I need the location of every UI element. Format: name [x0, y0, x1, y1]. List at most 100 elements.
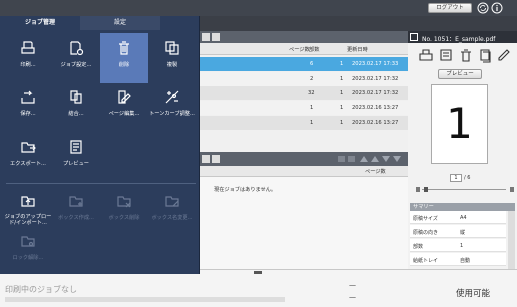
- unlock-button[interactable]: ロック解除...: [4, 226, 52, 276]
- summary-key: 原稿サイズ: [413, 216, 438, 222]
- unlock-icon: [21, 236, 35, 247]
- box-create-icon: [69, 196, 83, 207]
- duplicate-button[interactable]: 複製: [148, 33, 196, 83]
- hold-list-header: ページ数: [200, 166, 408, 177]
- col-updated[interactable]: 更新日時: [347, 46, 368, 53]
- tab-settings[interactable]: 設定: [80, 16, 160, 30]
- page-thumbnail[interactable]: 1: [431, 84, 488, 164]
- summary-key: 原稿の向き: [413, 230, 439, 236]
- sync-icon[interactable]: [477, 2, 489, 14]
- job-settings-icon: [70, 41, 84, 56]
- tile-label: プレビュー: [63, 161, 89, 167]
- duplicate-icon: [165, 41, 179, 55]
- row-pages: 1: [310, 120, 314, 126]
- page-total: / 6: [464, 175, 471, 181]
- summary-value: A4: [460, 215, 467, 221]
- tile-label: トーンカーブ調整...: [149, 111, 195, 117]
- preview-button[interactable]: プレビュー: [438, 69, 482, 79]
- summary-row: 部数 1: [410, 239, 506, 252]
- filter-icon[interactable]: [212, 155, 220, 163]
- box-rename-icon: [165, 196, 179, 207]
- summary-header: サマリー: [410, 203, 515, 211]
- detail-toolbar-icons[interactable]: [417, 47, 513, 63]
- merge-button[interactable]: 結合...: [52, 82, 100, 132]
- hold-list-toolbar: [200, 152, 408, 166]
- job-title: No. 1051：E_sample.pdf: [422, 36, 496, 43]
- tile-label: ロック解除...: [12, 255, 44, 261]
- logout-button[interactable]: ログアウト: [428, 3, 472, 13]
- print-button[interactable]: 印刷...: [4, 33, 52, 83]
- tile-label: ジョブのアップロード/インポート...: [4, 214, 52, 227]
- status-dash: —: [349, 281, 356, 289]
- tile-label: 保存...: [20, 111, 36, 117]
- search-icon[interactable]: [202, 155, 210, 163]
- empty-message: 現在ジョブはありません。: [214, 187, 277, 193]
- page-edit-button[interactable]: ページ編集...: [100, 82, 148, 132]
- summary-row: 給紙トレイ 自動: [410, 253, 506, 266]
- tile-label: ボックス名変更...: [151, 215, 193, 221]
- tile-label: ボックス削除: [108, 215, 140, 221]
- list-header: ページ数 部数 更新日時: [200, 43, 408, 55]
- tile-label: ジョブ設定...: [60, 62, 92, 68]
- hold-list: 現在ジョブはありません。: [200, 177, 408, 269]
- upload-icon: [21, 196, 35, 207]
- summary-value: 縦: [460, 230, 466, 236]
- row-updated: 2023.02.17 17:32: [352, 90, 399, 96]
- page-edit-icon: [118, 90, 131, 104]
- row-copies: 1: [340, 76, 344, 82]
- table-row[interactable]: 32 1 2023.02.17 17:32: [200, 86, 408, 100]
- col-pages[interactable]: ページ数: [365, 168, 386, 175]
- tile-label: 結合...: [68, 111, 84, 117]
- summary-row: 原稿サイズ A4: [410, 211, 506, 224]
- splitter-handle[interactable]: [254, 271, 262, 274]
- tab-job-management[interactable]: ジョブ管理: [0, 16, 80, 30]
- box-delete-button[interactable]: ボックス削除: [100, 186, 148, 236]
- summary-value: 1: [460, 243, 464, 249]
- page-number-input[interactable]: 1: [450, 174, 462, 182]
- row-pages: 1: [310, 105, 314, 111]
- expand-icon[interactable]: [410, 33, 418, 41]
- row-pages: 2: [310, 76, 314, 82]
- col-copies[interactable]: 部数: [309, 46, 319, 53]
- panel-divider: [6, 183, 196, 184]
- summary-key: 給紙トレイ: [413, 258, 439, 264]
- summary-scrollbar[interactable]: [508, 211, 515, 269]
- merge-icon: [70, 90, 82, 104]
- move-arrows-icon[interactable]: [338, 155, 404, 163]
- print-status: 印刷中のジョブなし: [5, 285, 77, 294]
- page-slider[interactable]: [416, 187, 514, 192]
- job-detail-title-bar: No. 1051：E_sample.pdf: [408, 31, 517, 43]
- row-pages: 32: [308, 90, 315, 96]
- tile-label: ボックス作成...: [58, 215, 94, 221]
- save-button[interactable]: 保存...: [4, 82, 52, 132]
- box-rename-button[interactable]: ボックス名変更...: [148, 186, 196, 236]
- list-toolbar: [200, 31, 408, 43]
- filter-icon[interactable]: [212, 33, 220, 41]
- trash-icon: [119, 41, 129, 55]
- preview-tile-button[interactable]: プレビュー: [52, 132, 100, 182]
- summary-key: 部数: [413, 244, 424, 250]
- preview-button-label: プレビュー: [446, 71, 474, 77]
- tile-label: エクスポート...: [10, 161, 46, 167]
- job-settings-button[interactable]: ジョブ設定...: [52, 33, 100, 83]
- tone-curve-button[interactable]: トーンカーブ調整...: [148, 82, 196, 132]
- info-icon[interactable]: [491, 2, 503, 14]
- box-create-button[interactable]: ボックス作成...: [52, 186, 100, 236]
- col-pages[interactable]: ページ数: [289, 46, 310, 53]
- table-row[interactable]: 6 1 2023.02.17 17:33: [200, 57, 408, 71]
- search-icon[interactable]: [202, 33, 210, 41]
- row-pages: 6: [310, 61, 314, 67]
- tile-label: 削除: [118, 62, 130, 68]
- tile-label: ページ編集...: [108, 111, 140, 117]
- row-copies: 1: [340, 90, 344, 96]
- preview-icon: [70, 140, 82, 154]
- table-row[interactable]: 1 1 2023.02.16 13:27: [200, 101, 408, 115]
- table-row[interactable]: 1 1 2023.02.16 13:27: [200, 116, 408, 130]
- delete-button[interactable]: 削除: [100, 33, 148, 83]
- tile-label: 複製: [166, 62, 178, 68]
- export-icon: [21, 142, 36, 153]
- row-updated: 2023.02.16 13:27: [352, 105, 399, 111]
- table-row[interactable]: 2 1 2023.02.17 17:32: [200, 72, 408, 86]
- export-button[interactable]: エクスポート...: [4, 132, 52, 182]
- summary-row: 原稿の向き 縦: [410, 225, 506, 238]
